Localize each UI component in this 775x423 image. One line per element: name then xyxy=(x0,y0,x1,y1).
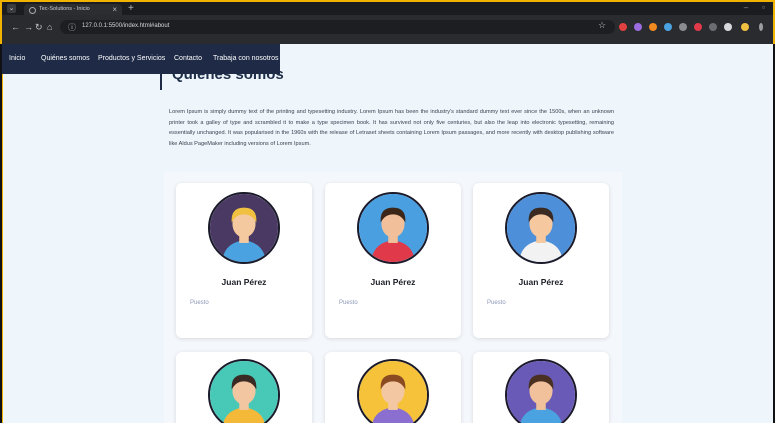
reading-list-icon[interactable] xyxy=(709,23,717,31)
nav-link-inicio[interactable]: Inicio xyxy=(9,55,25,62)
extension-icon[interactable] xyxy=(694,23,702,31)
avatar xyxy=(208,192,280,264)
avatar xyxy=(357,192,429,264)
browser-tabstrip: ⌄ Tec-Solutions - Inicio × + – ▫ xyxy=(0,0,775,17)
extension-icon[interactable] xyxy=(679,23,687,31)
nav-link-trabaja-con-nosotros[interactable]: Trabaja con nosotros xyxy=(213,55,279,62)
extension-icon[interactable] xyxy=(619,23,627,31)
tab-favicon-icon xyxy=(29,7,36,14)
reload-icon[interactable]: ↻ xyxy=(35,22,43,33)
site-info-icon[interactable]: ⓘ xyxy=(68,22,76,33)
bookmark-star-icon[interactable]: ☆ xyxy=(598,20,606,31)
extensions-puzzle-icon[interactable] xyxy=(724,23,732,31)
tab-title: Tec-Solutions - Inicio xyxy=(39,6,90,12)
new-tab-icon[interactable]: + xyxy=(128,3,134,14)
menu-kebab-icon[interactable] xyxy=(759,23,763,31)
home-icon[interactable]: ⌂ xyxy=(47,22,52,32)
title-accent-bar xyxy=(160,72,162,90)
maximize-icon[interactable]: ▫ xyxy=(762,3,765,12)
about-paragraph: Lorem Ipsum is simply dummy text of the … xyxy=(169,109,614,147)
team-card xyxy=(325,352,461,423)
team-section: Juan Pérez Puesto Juan Pérez Puesto Juan Pér… xyxy=(164,172,622,423)
tab-close-icon[interactable]: × xyxy=(112,5,117,14)
team-member-role: Puesto xyxy=(487,300,506,306)
profile-avatar-icon[interactable] xyxy=(741,23,749,31)
minimize-icon[interactable]: – xyxy=(744,3,748,12)
team-member-name: Juan Pérez xyxy=(221,277,267,287)
tab-search-icon[interactable]: ⌄ xyxy=(7,4,16,13)
avatar xyxy=(357,359,429,423)
window-controls: – ▫ xyxy=(744,3,765,12)
nav-link-quienes-somos[interactable]: Quiénes somos xyxy=(41,55,90,62)
team-member-name: Juan Pérez xyxy=(518,277,564,287)
team-member-role: Puesto xyxy=(190,300,209,306)
team-card: Juan Pérez Puesto xyxy=(176,183,312,338)
nav-link-contacto[interactable]: Contacto xyxy=(174,55,202,62)
team-card: Juan Pérez Puesto xyxy=(325,183,461,338)
team-card xyxy=(473,352,609,423)
extension-icon[interactable] xyxy=(634,23,642,31)
team-card: Juan Pérez Puesto xyxy=(473,183,609,338)
forward-icon[interactable]: → xyxy=(24,22,33,32)
team-member-name: Juan Pérez xyxy=(370,277,416,287)
avatar xyxy=(505,359,577,423)
team-member-role: Puesto xyxy=(339,300,358,306)
address-url: 127.0.0.1:5500/index.html#about xyxy=(82,23,170,29)
address-bar[interactable]: ⓘ 127.0.0.1:5500/index.html#about xyxy=(60,20,615,34)
extension-icon[interactable] xyxy=(649,23,657,31)
avatar xyxy=(505,192,577,264)
browser-toolbar: ← → ↻ ⌂ ⓘ 127.0.0.1:5500/index.html#abou… xyxy=(0,15,775,44)
site-navbar: Inicio Quiénes somos Productos y Servici… xyxy=(2,44,280,74)
extension-icon[interactable] xyxy=(664,23,672,31)
team-card xyxy=(176,352,312,423)
avatar xyxy=(208,359,280,423)
nav-link-productos-servicios[interactable]: Productos y Servicios xyxy=(98,55,165,62)
back-icon[interactable]: ← xyxy=(11,22,20,32)
